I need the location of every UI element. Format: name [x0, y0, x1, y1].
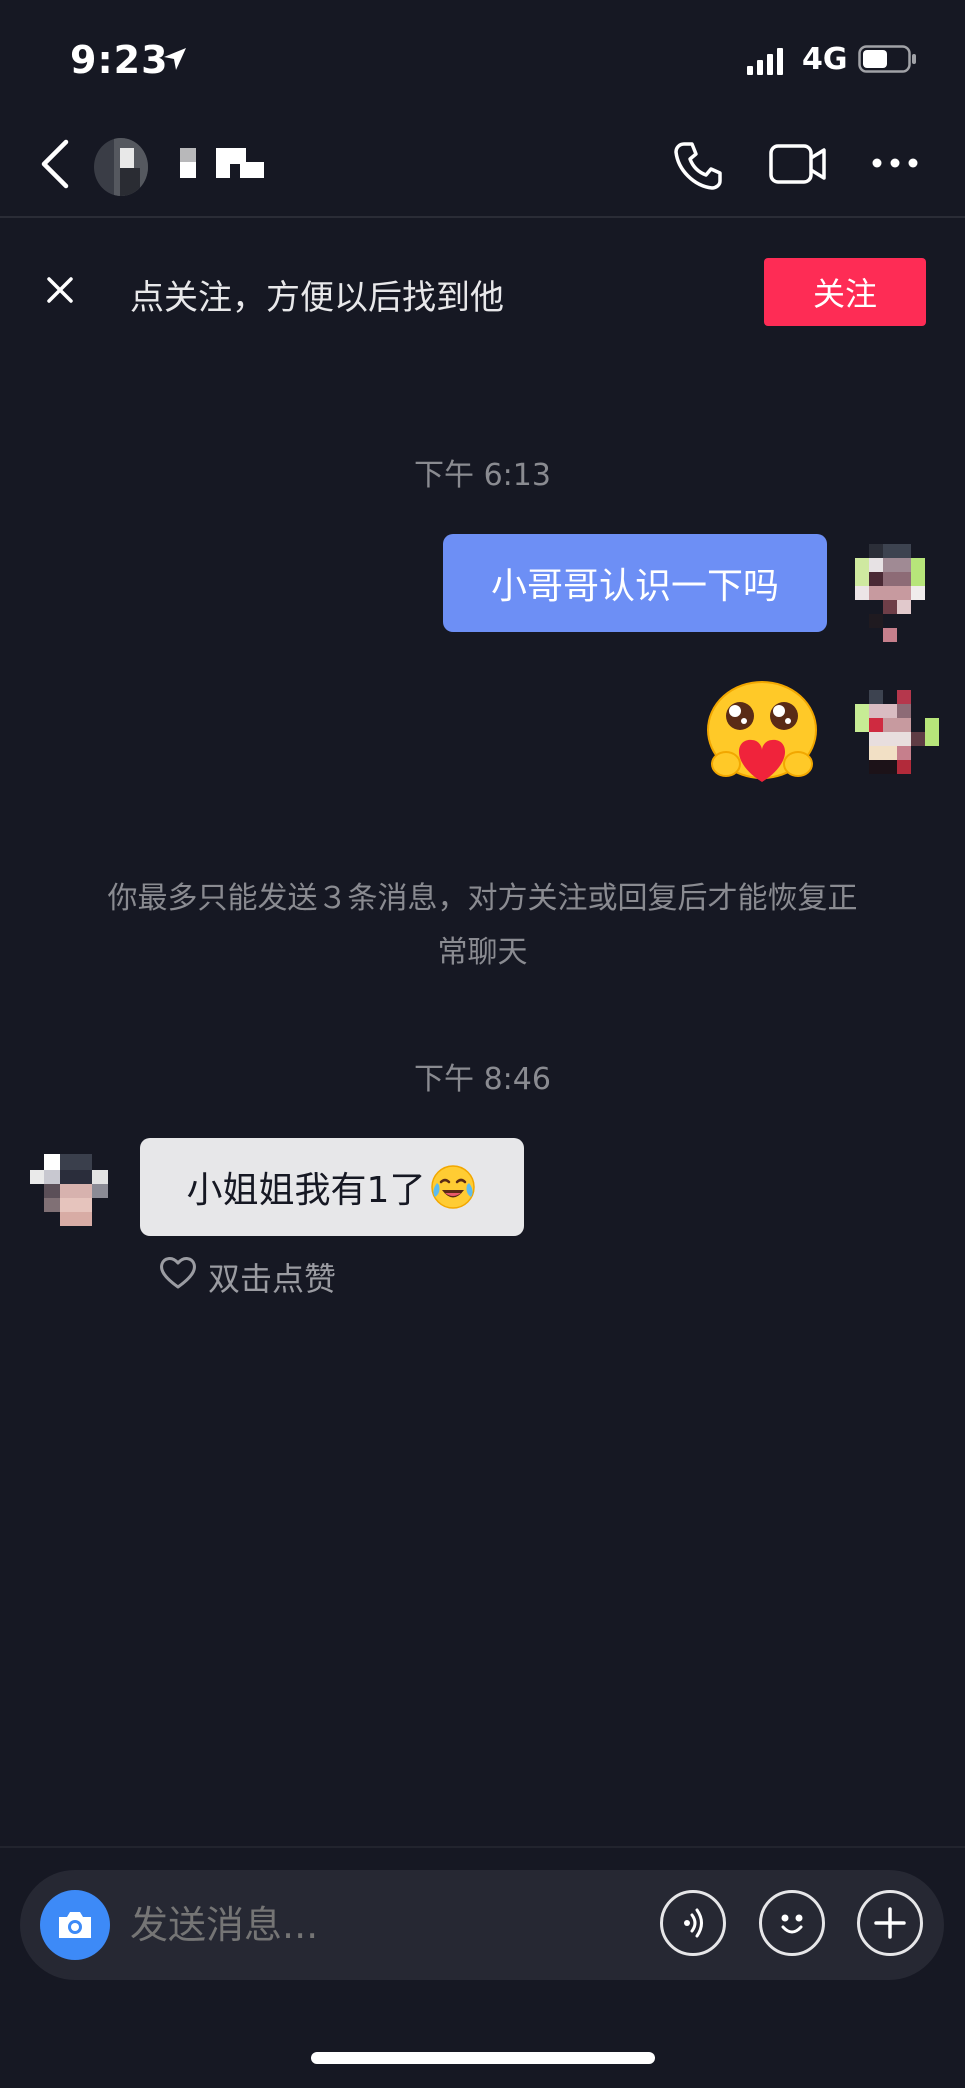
more-icon[interactable]	[870, 152, 920, 174]
outgoing-message-bubble[interactable]: 小哥哥认识一下吗	[443, 534, 827, 632]
video-call-icon[interactable]	[768, 142, 828, 186]
emoji-button[interactable]	[759, 1890, 825, 1956]
heart-icon[interactable]	[158, 1254, 198, 1290]
status-time: 9:23	[70, 38, 169, 82]
nav-divider	[0, 216, 965, 218]
double-tap-like-label[interactable]: 双击点赞	[208, 1254, 336, 1300]
my-avatar[interactable]	[855, 544, 939, 642]
follow-prompt-text: 点关注，方便以后找到他	[130, 278, 504, 318]
voice-button[interactable]	[660, 1890, 726, 1956]
message-timestamp: 下午 8:46	[414, 1062, 551, 1097]
camera-icon	[59, 1912, 91, 1938]
phone-icon[interactable]	[670, 138, 726, 194]
emoji-icon	[781, 1914, 803, 1934]
voice-icon	[684, 1908, 703, 1938]
laugh-cry-emoji-icon	[431, 1165, 476, 1209]
message-timestamp: 下午 6:13	[414, 458, 551, 493]
contact-avatar[interactable]	[30, 1140, 124, 1238]
camera-button[interactable]	[40, 1890, 110, 1960]
plus-button[interactable]	[857, 1890, 923, 1956]
input-divider	[0, 1846, 965, 1848]
home-indicator	[311, 2052, 655, 2064]
follow-button[interactable]: 关注	[764, 258, 926, 326]
close-banner-icon[interactable]	[44, 274, 76, 306]
sticker-emoji-heart[interactable]	[702, 678, 822, 788]
contact-avatar[interactable]	[94, 138, 148, 196]
cellular-signal-icon	[747, 48, 783, 75]
message-input[interactable]	[130, 1900, 490, 1950]
contact-name-obscured	[180, 148, 264, 178]
network-type: 4G	[802, 42, 848, 77]
my-avatar[interactable]	[855, 690, 939, 788]
location-arrow-icon	[164, 48, 186, 70]
incoming-message-text: 小姐姐我有1了	[186, 1170, 426, 1211]
back-icon[interactable]	[38, 138, 72, 190]
battery-icon	[858, 45, 916, 73]
incoming-message-bubble[interactable]: 小姐姐我有1了	[140, 1138, 524, 1236]
plus-icon	[874, 1907, 906, 1939]
message-limit-notice: 你最多只能发送３条消息，对方关注或回复后才能恢复正常聊天	[107, 881, 858, 970]
